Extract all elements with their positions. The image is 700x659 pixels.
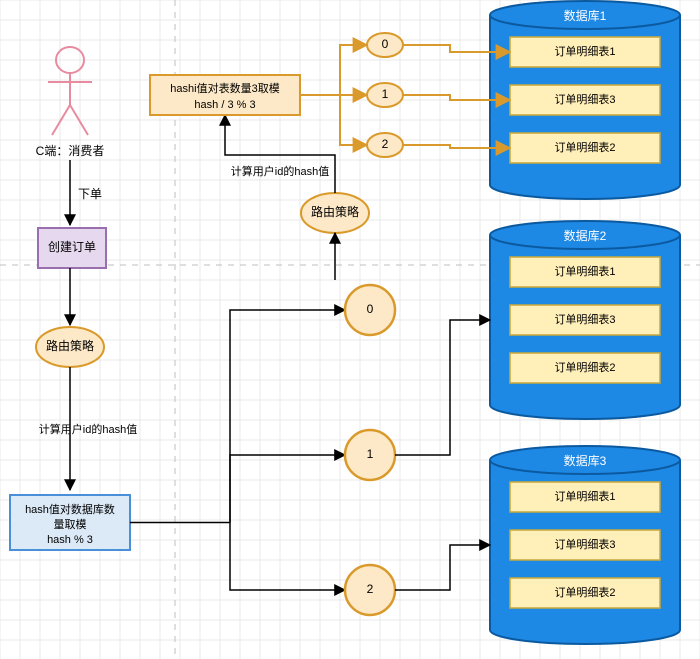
database-2-table-1-label: 订单明细表3 bbox=[554, 312, 615, 326]
database-3: 数据库3 订单明细表1 订单明细表3 订单明细表2 bbox=[490, 446, 680, 644]
node-route-strategy-top-label: 路由策略 bbox=[311, 204, 359, 219]
node-db-result-1-label: 1 bbox=[367, 447, 374, 461]
edge-hash-left-label: 计算用户id的hash值 bbox=[39, 422, 137, 436]
database-3-table-0-label: 订单明细表1 bbox=[554, 489, 615, 503]
edge-db-2-to-cyl bbox=[395, 545, 490, 590]
edge-tm-0 bbox=[340, 45, 367, 95]
node-db-mod-l2: 量取模 bbox=[54, 518, 87, 531]
node-table-result-1-label: 1 bbox=[382, 87, 389, 101]
edge-dbmod-1 bbox=[230, 455, 345, 523]
database-2-table-0-label: 订单明细表1 bbox=[554, 264, 615, 278]
edge-place-order-label: 下单 bbox=[78, 187, 102, 201]
node-db-mod-l3: hash % 3 bbox=[47, 534, 93, 546]
node-route-strategy-left-label: 路由策略 bbox=[46, 338, 94, 353]
database-3-table-2-label: 订单明细表2 bbox=[554, 585, 615, 599]
node-db-result-2-label: 2 bbox=[367, 582, 374, 596]
edge-dbmod-0 bbox=[230, 310, 345, 523]
node-table-result-0-label: 0 bbox=[382, 37, 389, 51]
database-1-table-2-label: 订单明细表2 bbox=[554, 140, 615, 154]
node-table-result-2-label: 2 bbox=[382, 137, 389, 151]
database-1-table-1-label: 订单明细表3 bbox=[554, 92, 615, 106]
node-create-order-label: 创建订单 bbox=[48, 240, 96, 254]
node-db-result-0-label: 0 bbox=[367, 302, 374, 316]
node-table-mod-l1: hashi值对表数量3取模 bbox=[170, 81, 279, 95]
actor-consumer: C端：消费者 bbox=[36, 47, 105, 158]
database-2-table-2-label: 订单明细表2 bbox=[554, 360, 615, 374]
actor-label: C端：消费者 bbox=[36, 144, 105, 158]
database-3-table-1-label: 订单明细表3 bbox=[554, 537, 615, 551]
node-table-mod-l2: hash / 3 % 3 bbox=[194, 99, 255, 111]
node-db-mod-l1: hash值对数据库数 bbox=[25, 502, 115, 516]
database-1-table-0-label: 订单明细表1 bbox=[554, 44, 615, 58]
database-2: 数据库2 订单明细表1 订单明细表3 订单明细表2 bbox=[490, 221, 680, 419]
database-2-title: 数据库2 bbox=[564, 228, 607, 243]
database-3-title: 数据库3 bbox=[564, 453, 607, 468]
edge-hash-top-label: 计算用户id的hash值 bbox=[231, 164, 329, 178]
database-1: 数据库1 订单明细表1 订单明细表3 订单明细表2 bbox=[490, 1, 680, 199]
database-1-title: 数据库1 bbox=[564, 8, 607, 23]
